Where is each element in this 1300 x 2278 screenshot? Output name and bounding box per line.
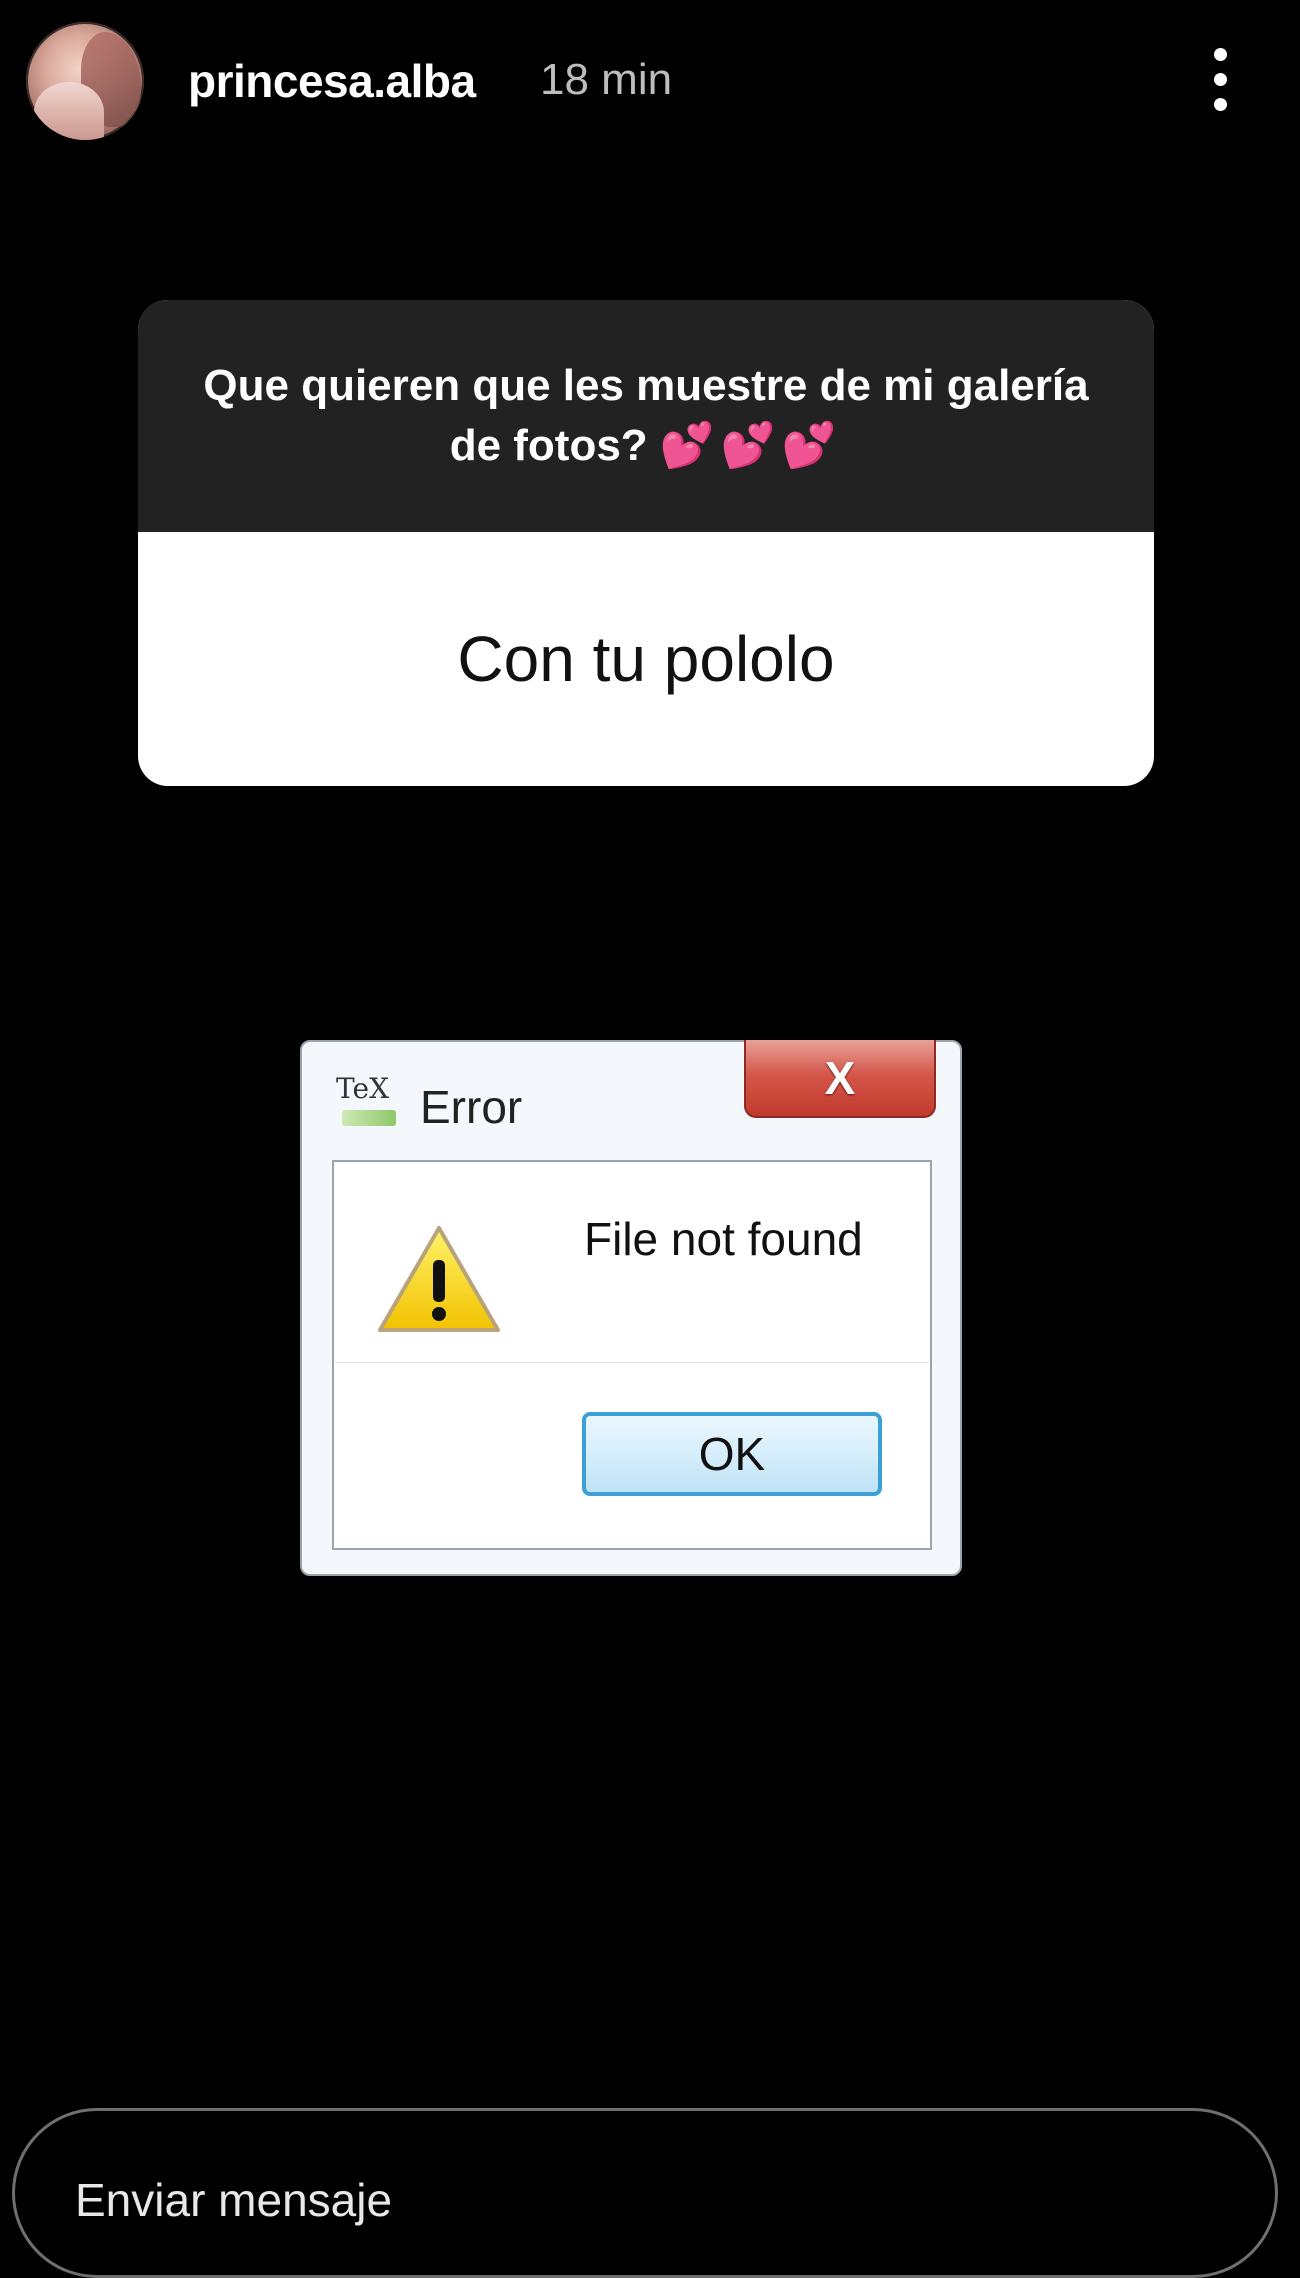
send-message-placeholder: Enviar mensaje bbox=[75, 2174, 393, 2226]
hearts-icon: 💕💕💕 bbox=[659, 421, 843, 470]
send-message-input[interactable]: Enviar mensaje bbox=[12, 2108, 1278, 2278]
dot-icon bbox=[1214, 48, 1227, 61]
avatar[interactable] bbox=[26, 22, 144, 140]
dot-icon bbox=[1214, 73, 1227, 86]
answer-text: Con tu pololo bbox=[457, 623, 835, 695]
tex-app-icon: TeX bbox=[336, 1072, 402, 1130]
question-sticker[interactable]: Que quieren que les muestre de mi galerí… bbox=[138, 300, 1154, 786]
dialog-titlebar: TeX Error X bbox=[302, 1040, 960, 1154]
warning-icon bbox=[378, 1226, 500, 1332]
dialog-divider bbox=[334, 1362, 930, 1363]
close-button[interactable]: X bbox=[744, 1040, 936, 1118]
dot-icon bbox=[1214, 98, 1227, 111]
dialog-title: Error bbox=[420, 1081, 523, 1133]
error-message: File not found bbox=[584, 1213, 863, 1265]
question-label: Que quieren que les muestre de mi galerí… bbox=[203, 361, 1089, 470]
tex-icon-label: TeX bbox=[336, 1072, 390, 1105]
ok-button[interactable]: OK bbox=[582, 1412, 882, 1496]
question-text: Que quieren que les muestre de mi galerí… bbox=[198, 356, 1094, 476]
avatar-shoulder bbox=[34, 82, 104, 140]
question-header: Que quieren que les muestre de mi galerí… bbox=[138, 300, 1154, 532]
username[interactable]: princesa.alba bbox=[188, 54, 476, 108]
tex-icon-bar bbox=[342, 1110, 396, 1126]
more-options-icon[interactable] bbox=[1200, 42, 1240, 118]
dialog-content: File not found OK bbox=[332, 1160, 932, 1550]
error-dialog: TeX Error X File not found OK bbox=[300, 1040, 962, 1576]
story-time: 18 min bbox=[540, 55, 673, 104]
